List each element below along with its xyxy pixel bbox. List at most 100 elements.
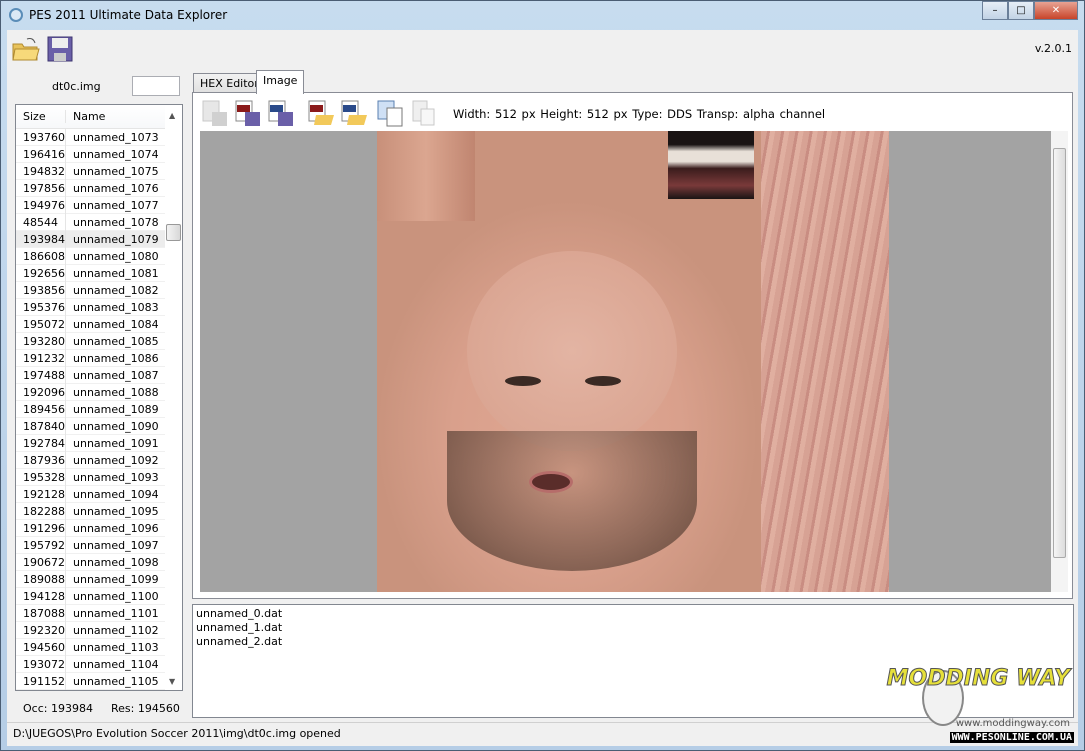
name-cell: unnamed_1102 xyxy=(73,623,159,637)
open-dds-icon[interactable] xyxy=(339,99,369,127)
name-cell: unnamed_1074 xyxy=(73,147,159,161)
size-cell: 195072 xyxy=(16,315,66,333)
list-item[interactable]: 193760 unnamed_1073 xyxy=(16,128,182,146)
save-dds-icon[interactable] xyxy=(266,99,296,127)
scroll-thumb[interactable] xyxy=(166,224,181,241)
list-item[interactable]: 191152 unnamed_1105 xyxy=(16,672,182,690)
size-cell: 182288 xyxy=(16,502,66,520)
list-item[interactable]: 187936 unnamed_1092 xyxy=(16,451,182,469)
save-disk-icon[interactable] xyxy=(45,34,75,64)
size-cell: 196416 xyxy=(16,145,66,163)
watermark-logo: MODDING WAY www.moddingway.com WWW.PESON… xyxy=(874,662,1074,746)
close-button[interactable]: ✕ xyxy=(1034,1,1078,20)
viewer-scrollbar[interactable] xyxy=(1051,131,1068,592)
name-cell: unnamed_1089 xyxy=(73,402,159,416)
column-header-name[interactable]: Name xyxy=(66,110,105,123)
size-cell: 195376 xyxy=(16,298,66,316)
list-item[interactable]: 192784 unnamed_1091 xyxy=(16,434,182,452)
size-cell: 48544 xyxy=(16,213,66,231)
viewer-scroll-thumb[interactable] xyxy=(1053,148,1066,558)
size-cell: 197856 xyxy=(16,179,66,197)
scroll-up-icon[interactable]: ▲ xyxy=(169,111,175,120)
minimize-button[interactable]: – xyxy=(982,1,1008,20)
name-cell: unnamed_1077 xyxy=(73,198,159,212)
list-item[interactable]: 194128 unnamed_1100 xyxy=(16,587,182,605)
maximize-button[interactable]: □ xyxy=(1008,1,1034,20)
list-item[interactable]: 187088 unnamed_1101 xyxy=(16,604,182,622)
list-item[interactable]: 192320 unnamed_1102 xyxy=(16,621,182,639)
name-cell: unnamed_1085 xyxy=(73,334,159,348)
size-cell: 186608 xyxy=(16,247,66,265)
list-item[interactable]: 195072 unnamed_1084 xyxy=(16,315,182,333)
list-item[interactable]: 194560 unnamed_1103 xyxy=(16,638,182,656)
size-cell: 193760 xyxy=(16,128,66,146)
list-item[interactable]: 193072 unnamed_1104 xyxy=(16,655,182,673)
size-cell: 193984 xyxy=(16,230,66,248)
open-png-icon[interactable] xyxy=(306,99,336,127)
list-item[interactable]: 192656 unnamed_1081 xyxy=(16,264,182,282)
name-cell: unnamed_1093 xyxy=(73,470,159,484)
scroll-down-icon[interactable]: ▼ xyxy=(169,677,175,686)
size-cell: 191296 xyxy=(16,519,66,537)
list-item[interactable]: 194832 unnamed_1075 xyxy=(16,162,182,180)
size-cell: 190672 xyxy=(16,553,66,571)
list-item[interactable]: 193984 unnamed_1079 xyxy=(16,230,182,248)
list-item[interactable]: 191232 unnamed_1086 xyxy=(16,349,182,367)
list-item[interactable]: 194976 unnamed_1077 xyxy=(16,196,182,214)
watermark-site1: www.moddingway.com xyxy=(955,718,1070,729)
size-cell: 189088 xyxy=(16,570,66,588)
size-cell: 192784 xyxy=(16,434,66,452)
list-item[interactable]: 195328 unnamed_1093 xyxy=(16,468,182,486)
list-item[interactable]: 48544 unnamed_1078 xyxy=(16,213,182,231)
name-cell: unnamed_1073 xyxy=(73,130,159,144)
size-cell: 192128 xyxy=(16,485,66,503)
list-item[interactable]: 190672 unnamed_1098 xyxy=(16,553,182,571)
list-item[interactable]: 191296 unnamed_1096 xyxy=(16,519,182,537)
tab-image[interactable]: Image xyxy=(256,70,305,94)
list-item[interactable]: 193856 unnamed_1082 xyxy=(16,281,182,299)
title-bar: PES 2011 Ultimate Data Explorer – □ ✕ xyxy=(1,1,1084,29)
open-folder-icon[interactable] xyxy=(11,34,41,64)
name-cell: unnamed_1078 xyxy=(73,215,159,229)
size-cell: 187840 xyxy=(16,417,66,435)
list-item[interactable]: 189456 unnamed_1089 xyxy=(16,400,182,418)
list-item[interactable]: 195792 unnamed_1097 xyxy=(16,536,182,554)
list-scrollbar[interactable]: ▲ ▼ xyxy=(165,105,182,690)
search-input[interactable] xyxy=(132,76,180,96)
size-cell: 195328 xyxy=(16,468,66,486)
size-cell: 193280 xyxy=(16,332,66,350)
list-item[interactable]: 192096 unnamed_1088 xyxy=(16,383,182,401)
copy-list-icon[interactable] xyxy=(375,99,405,127)
list-item[interactable]: 192128 unnamed_1094 xyxy=(16,485,182,503)
name-cell: unnamed_1088 xyxy=(73,385,159,399)
name-cell: unnamed_1104 xyxy=(73,657,159,671)
list-item[interactable]: 195376 unnamed_1083 xyxy=(16,298,182,316)
size-cell: 192656 xyxy=(16,264,66,282)
name-cell: unnamed_1087 xyxy=(73,368,159,382)
size-cell: 197488 xyxy=(16,366,66,384)
list-item[interactable]: 197488 unnamed_1087 xyxy=(16,366,182,384)
list-item[interactable]: 182288 unnamed_1095 xyxy=(16,502,182,520)
column-header-size[interactable]: Size xyxy=(16,110,66,123)
list-item[interactable]: 189088 unnamed_1099 xyxy=(16,570,182,588)
list-item[interactable]: 197856 unnamed_1076 xyxy=(16,179,182,197)
list-item[interactable]: 196416 unnamed_1074 xyxy=(16,145,182,163)
name-cell: unnamed_1092 xyxy=(73,453,159,467)
watermark-site2: WWW.PESONLINE.COM.UA xyxy=(949,732,1074,743)
image-viewer xyxy=(200,131,1052,592)
tab-hex-editor[interactable]: HEX Editor xyxy=(193,73,266,93)
size-cell: 194976 xyxy=(16,196,66,214)
log-line: unnamed_0.dat xyxy=(196,607,283,620)
list-item[interactable]: 186608 unnamed_1080 xyxy=(16,247,182,265)
name-cell: unnamed_1084 xyxy=(73,317,159,331)
name-cell: unnamed_1097 xyxy=(73,538,159,552)
name-cell: unnamed_1075 xyxy=(73,164,159,178)
size-cell: 192096 xyxy=(16,383,66,401)
watermark-logo-text: MODDING WAY xyxy=(886,666,1070,692)
save-24bit-icon[interactable] xyxy=(233,99,263,127)
name-cell: unnamed_1095 xyxy=(73,504,159,518)
list-item[interactable]: 187840 unnamed_1090 xyxy=(16,417,182,435)
occ-label: Occ: 193984 xyxy=(23,702,93,715)
list-item[interactable]: 193280 unnamed_1085 xyxy=(16,332,182,350)
name-cell: unnamed_1079 xyxy=(73,232,159,246)
